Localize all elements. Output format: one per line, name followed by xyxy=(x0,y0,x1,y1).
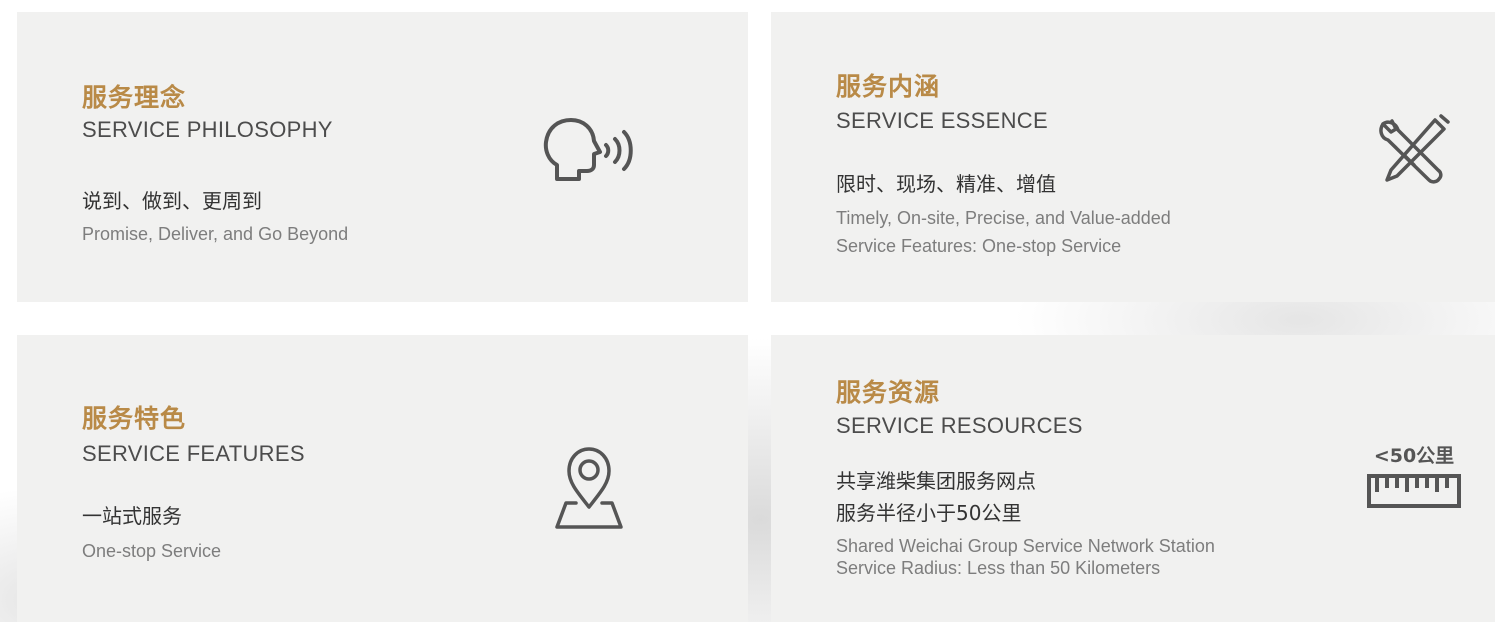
card-description-cn: 一站式服务 xyxy=(82,504,182,528)
card-description-en-line2: Service Features: One-stop Service xyxy=(836,236,1122,256)
service-resources-card: 服务资源 SERVICE RESOURCES 共享潍柴集团服务网点 服务半径小于… xyxy=(771,335,1495,622)
card-description-en-line1: Shared Weichai Group Service Network Sta… xyxy=(836,536,1215,556)
ruler-icon-label: <50公里 xyxy=(1373,445,1455,467)
card-title-cn: 服务特色 xyxy=(82,404,187,433)
card-title-en: SERVICE PHILOSOPHY xyxy=(82,117,333,142)
wrench-screwdriver-icon xyxy=(1375,110,1455,188)
card-title-cn: 服务资源 xyxy=(836,378,941,407)
service-features-card: 服务特色 SERVICE FEATURES 一站式服务 One-stop Ser… xyxy=(17,335,748,622)
card-description-en-line2: Service Radius: Less than 50 Kilometers xyxy=(836,558,1161,578)
card-description-en: One-stop Service xyxy=(82,541,222,561)
card-title-en: SERVICE FEATURES xyxy=(82,441,305,466)
card-title-cn: 服务内涵 xyxy=(836,72,941,101)
card-description-en-line1: Timely, On-site, Precise, and Value-adde… xyxy=(836,208,1171,228)
card-description-cn: 限时、现场、精准、增值 xyxy=(836,172,1056,196)
service-philosophy-card: 服务理念 SERVICE PHILOSOPHY 说到、做到、更周到 Promis… xyxy=(17,12,748,302)
card-description-cn-line1: 共享潍柴集团服务网点 xyxy=(836,469,1036,493)
map-pin-icon xyxy=(554,445,624,531)
speaking-head-icon xyxy=(543,117,643,183)
card-description-en: Promise, Deliver, and Go Beyond xyxy=(82,224,349,244)
card-description-cn-line2: 服务半径小于50公里 xyxy=(836,501,1022,525)
service-essence-card: 服务内涵 SERVICE ESSENCE 限时、现场、精准、增值 Timely,… xyxy=(771,12,1495,302)
card-title-en: SERVICE RESOURCES xyxy=(836,413,1083,438)
card-description-cn: 说到、做到、更周到 xyxy=(82,189,262,213)
ruler-icon: <50公里 xyxy=(1366,441,1462,511)
card-title-en: SERVICE ESSENCE xyxy=(836,108,1048,133)
card-title-cn: 服务理念 xyxy=(82,83,187,112)
